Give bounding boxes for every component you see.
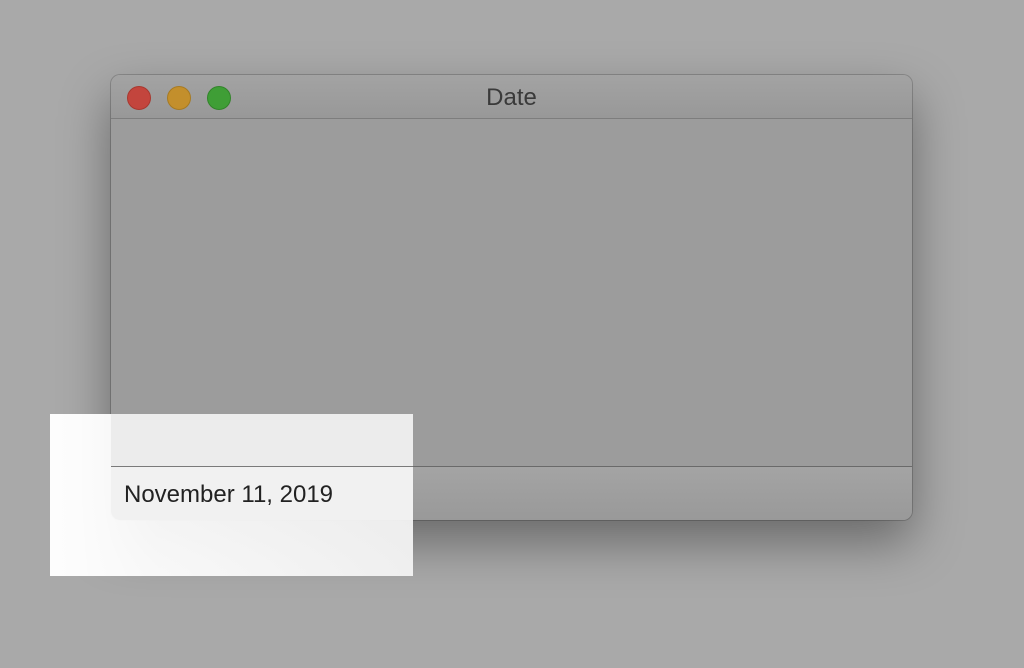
status-bar: November 11, 2019 — [111, 466, 912, 520]
window-content — [111, 119, 912, 466]
window-title: Date — [486, 84, 537, 111]
date-window: Date November 11, 2019 — [111, 75, 912, 520]
title-bar[interactable]: Date — [111, 75, 912, 119]
date-label-dimmed: November 11, 2019 — [124, 479, 334, 506]
